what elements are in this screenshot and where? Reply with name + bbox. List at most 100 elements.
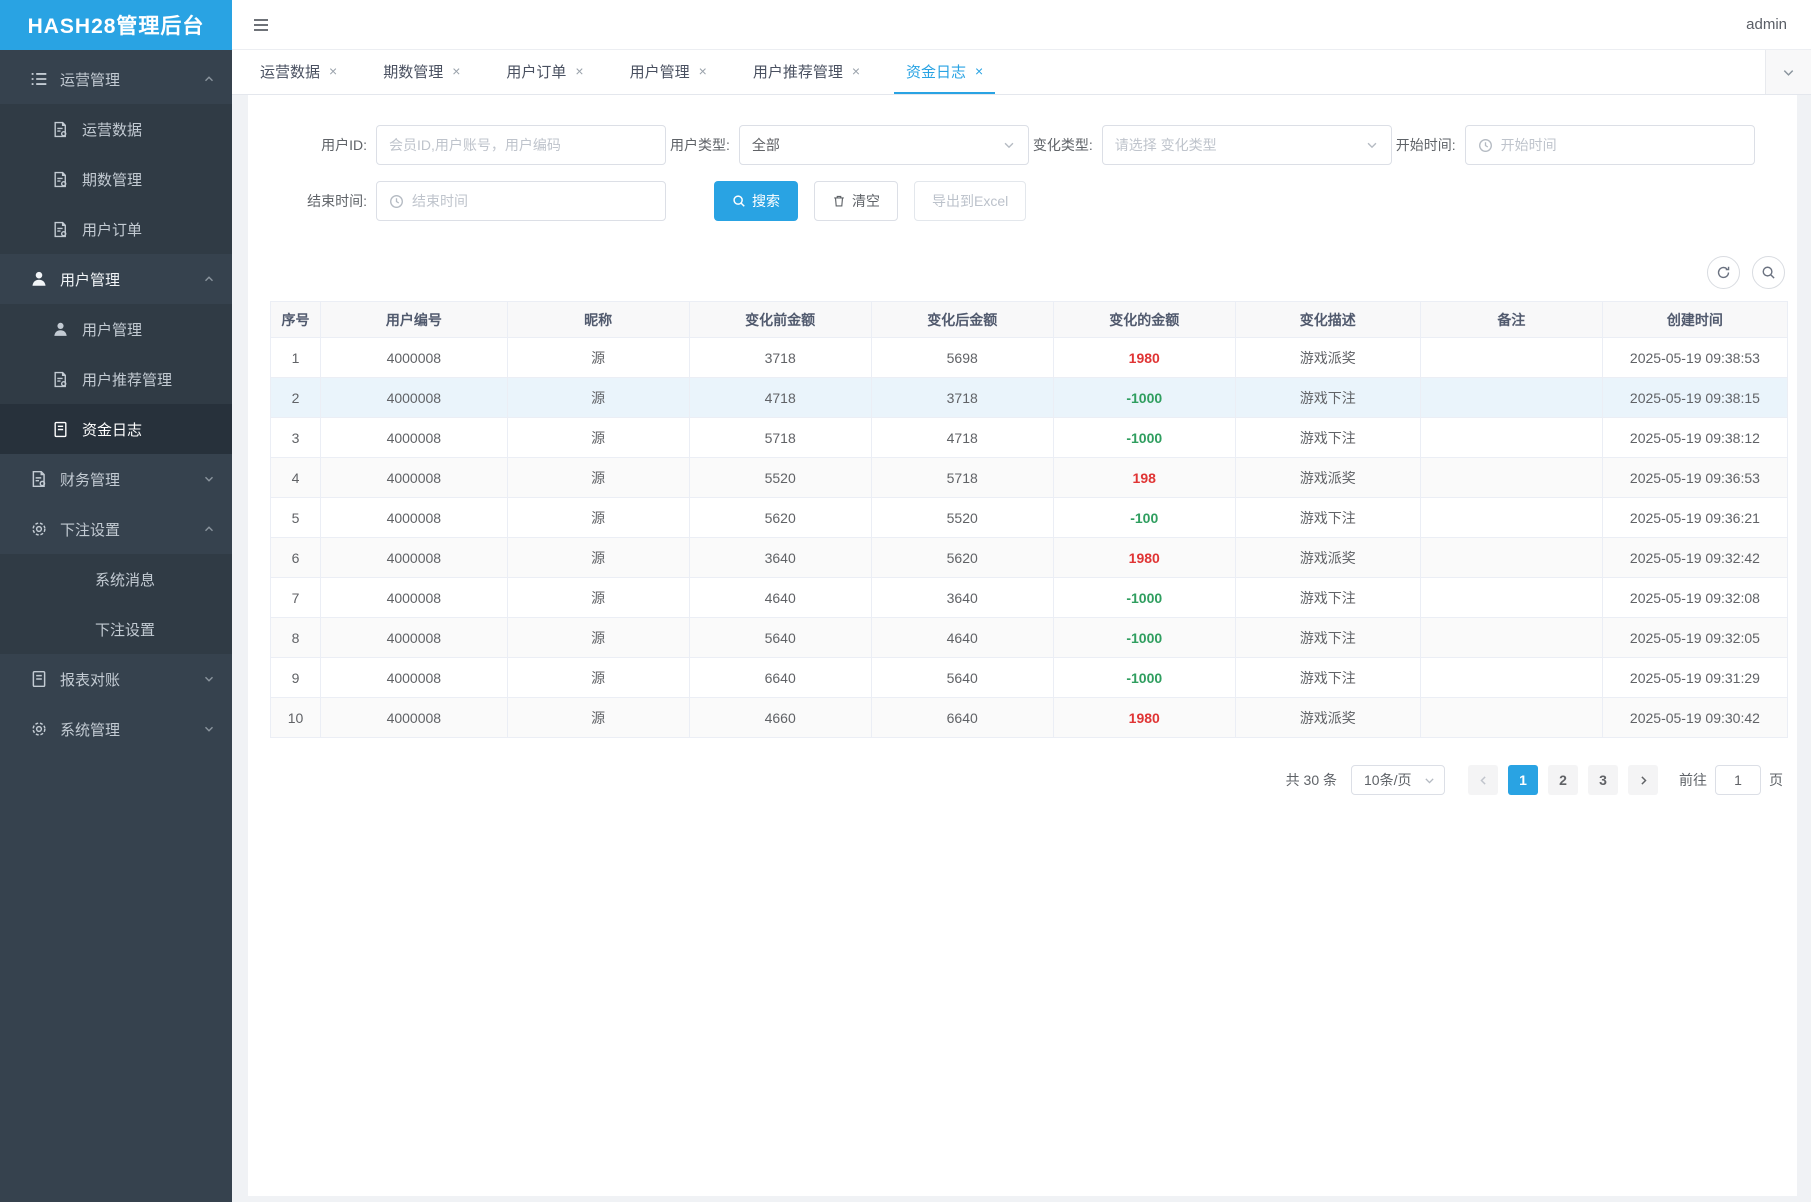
table-row[interactable]: 6 4000008 源 3640 5620 1980 游戏派奖 2025-05-… <box>271 538 1788 578</box>
col-change-desc: 变化描述 <box>1235 302 1420 338</box>
table-row[interactable]: 3 4000008 源 5718 4718 -1000 游戏下注 2025-05… <box>271 418 1788 458</box>
column-search-button[interactable] <box>1752 256 1785 289</box>
clear-button[interactable]: 清空 <box>814 181 898 221</box>
cell-change-amount: -1000 <box>1053 618 1235 658</box>
tab-bar: 运营数据 × 期数管理 × 用户订单 × 用户管理 × 用户推荐管理 × <box>232 50 1811 95</box>
search-icon <box>732 194 746 208</box>
cell-user-no: 4000008 <box>321 658 508 698</box>
sidebar-group-user-management[interactable]: 用户管理 <box>0 254 232 304</box>
document-gear-icon <box>52 371 69 388</box>
tab-operations-data[interactable]: 运营数据 × <box>248 50 349 94</box>
cell-seq: 1 <box>271 338 321 378</box>
sidebar-item-user-management[interactable]: 用户管理 <box>0 304 232 354</box>
search-button[interactable]: 搜索 <box>714 181 798 221</box>
cell-remark <box>1420 698 1602 738</box>
sidebar-item-funds-log[interactable]: 资金日志 <box>0 404 232 454</box>
prev-page-button[interactable] <box>1468 765 1498 795</box>
goto-page-input[interactable] <box>1715 765 1761 795</box>
sidebar-group-report-reconciliation[interactable]: 报表对账 <box>0 654 232 704</box>
close-icon[interactable]: × <box>329 64 337 78</box>
trash-icon <box>832 194 846 208</box>
gear-icon <box>30 720 48 738</box>
close-icon[interactable]: × <box>975 64 983 78</box>
close-icon[interactable]: × <box>452 64 460 78</box>
sidebar: HASH28管理后台 运营管理 运营数据 期数管理 用户订单 <box>0 0 232 1202</box>
close-icon[interactable]: × <box>852 64 860 78</box>
page-button-3[interactable]: 3 <box>1588 765 1618 795</box>
cell-before-amount: 4640 <box>689 578 871 618</box>
chevron-down-icon <box>1423 774 1436 787</box>
start-time-input[interactable] <box>1501 137 1742 153</box>
table-row[interactable]: 2 4000008 源 4718 3718 -1000 游戏下注 2025-05… <box>271 378 1788 418</box>
table-row[interactable]: 4 4000008 源 5520 5718 198 游戏派奖 2025-05-1… <box>271 458 1788 498</box>
tab-user-management[interactable]: 用户管理 × <box>618 50 719 94</box>
sidebar-group-label: 报表对账 <box>60 669 202 690</box>
page-size-select[interactable]: 10条/页 <box>1351 765 1445 795</box>
sidebar-item-label: 资金日志 <box>82 419 142 440</box>
next-page-button[interactable] <box>1628 765 1658 795</box>
sidebar-menu: 运营管理 运营数据 期数管理 用户订单 用户管理 <box>0 50 232 1202</box>
tab-overflow-button[interactable] <box>1765 50 1811 94</box>
table-row[interactable]: 9 4000008 源 6640 5640 -1000 游戏下注 2025-05… <box>271 658 1788 698</box>
table-row[interactable]: 7 4000008 源 4640 3640 -1000 游戏下注 2025-05… <box>271 578 1788 618</box>
cell-seq: 5 <box>271 498 321 538</box>
cell-remark <box>1420 338 1602 378</box>
cell-remark <box>1420 618 1602 658</box>
table-row[interactable]: 10 4000008 源 4660 6640 1980 游戏派奖 2025-05… <box>271 698 1788 738</box>
table-row[interactable]: 5 4000008 源 5620 5520 -100 游戏下注 2025-05-… <box>271 498 1788 538</box>
filter-change-type: 变化类型: 请选择 变化类型 <box>1033 125 1392 165</box>
tab-user-orders[interactable]: 用户订单 × <box>494 50 595 94</box>
user-id-input[interactable] <box>389 137 653 153</box>
sidebar-item-user-orders[interactable]: 用户订单 <box>0 204 232 254</box>
cell-remark <box>1420 538 1602 578</box>
page-button-1[interactable]: 1 <box>1508 765 1538 795</box>
sidebar-group-system-management[interactable]: 系统管理 <box>0 704 232 754</box>
tab-period-management[interactable]: 期数管理 × <box>371 50 472 94</box>
close-icon[interactable]: × <box>699 64 707 78</box>
sidebar-item-user-referral-management[interactable]: 用户推荐管理 <box>0 354 232 404</box>
cell-change-amount: -1000 <box>1053 378 1235 418</box>
sidebar-group-bet-settings[interactable]: 下注设置 <box>0 504 232 554</box>
sidebar-item-bet-settings[interactable]: 下注设置 <box>0 604 232 654</box>
cell-change-desc: 游戏派奖 <box>1235 338 1420 378</box>
gear-icon <box>30 520 48 538</box>
tab-user-referral-management[interactable]: 用户推荐管理 × <box>741 50 872 94</box>
change-type-select[interactable]: 请选择 变化类型 <box>1102 125 1392 165</box>
sidebar-item-operations-data[interactable]: 运营数据 <box>0 104 232 154</box>
top-header: admin <box>232 0 1811 50</box>
tab-label: 用户管理 <box>630 61 690 82</box>
cell-nickname: 源 <box>507 698 689 738</box>
user-menu[interactable]: admin <box>1746 16 1787 33</box>
col-remark: 备注 <box>1420 302 1602 338</box>
tabs: 运营数据 × 期数管理 × 用户订单 × 用户管理 × 用户推荐管理 × <box>232 50 1765 94</box>
end-time-input[interactable] <box>412 193 653 209</box>
tab-funds-log[interactable]: 资金日志 × <box>894 50 995 94</box>
cell-seq: 2 <box>271 378 321 418</box>
filter-buttons: 搜索 清空 导出到Excel <box>714 181 1026 221</box>
hamburger-menu-icon[interactable] <box>250 14 272 36</box>
col-before-amount: 变化前金额 <box>689 302 871 338</box>
refresh-button[interactable] <box>1707 256 1740 289</box>
sidebar-group-finance-management[interactable]: 财务管理 <box>0 454 232 504</box>
select-placeholder: 请选择 变化类型 <box>1115 135 1365 155</box>
table-row[interactable]: 8 4000008 源 5640 4640 -1000 游戏下注 2025-05… <box>271 618 1788 658</box>
sidebar-item-system-messages[interactable]: 系统消息 <box>0 554 232 604</box>
select-value: 全部 <box>752 135 1002 155</box>
table-row[interactable]: 1 4000008 源 3718 5698 1980 游戏派奖 2025-05-… <box>271 338 1788 378</box>
filter-start-time: 开始时间: <box>1396 125 1755 165</box>
cell-after-amount: 5620 <box>871 538 1053 578</box>
cell-user-no: 4000008 <box>321 618 508 658</box>
cell-change-amount: 198 <box>1053 458 1235 498</box>
cell-change-desc: 游戏下注 <box>1235 418 1420 458</box>
cell-remark <box>1420 578 1602 618</box>
cell-change-amount: 1980 <box>1053 538 1235 578</box>
export-excel-button[interactable]: 导出到Excel <box>914 181 1026 221</box>
user-type-select[interactable]: 全部 <box>739 125 1029 165</box>
close-icon[interactable]: × <box>575 64 583 78</box>
sidebar-group-operations[interactable]: 运营管理 <box>0 54 232 104</box>
sidebar-item-period-management[interactable]: 期数管理 <box>0 154 232 204</box>
document-icon <box>52 421 69 438</box>
cell-created-at: 2025-05-19 09:36:21 <box>1602 498 1787 538</box>
page-button-2[interactable]: 2 <box>1548 765 1578 795</box>
cell-seq: 10 <box>271 698 321 738</box>
